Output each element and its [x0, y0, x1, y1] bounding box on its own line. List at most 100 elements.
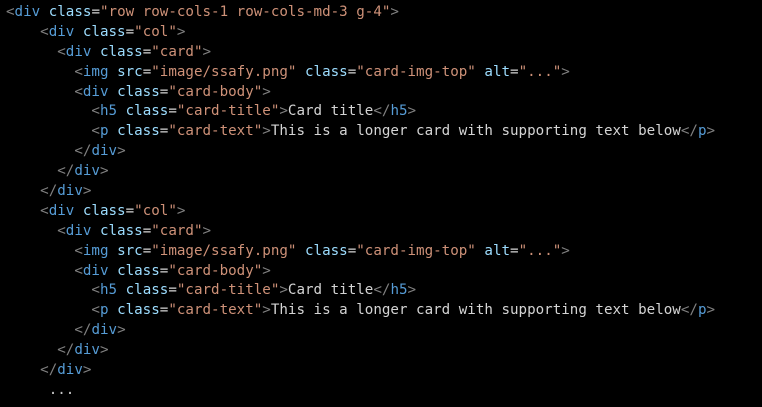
- code-line: <h5 class="card-title">Card title</h5>: [0, 102, 762, 122]
- code-token-attr: class: [99, 43, 143, 60]
- code-token-ell: ...: [48, 381, 75, 398]
- code-token-txt: =: [125, 23, 135, 40]
- code-token-tag: div: [65, 43, 92, 60]
- code-token-tag: p: [99, 123, 109, 140]
- code-token-tag: div: [82, 262, 109, 279]
- code-token-txt: =: [168, 282, 177, 299]
- code-token-punc: <: [57, 43, 66, 60]
- code-token-attr: class: [117, 83, 160, 100]
- code-token-attr: class: [117, 123, 160, 140]
- code-token-tag: div: [48, 202, 75, 219]
- code-token-tag: h5: [390, 282, 408, 299]
- code-token-punc: </: [680, 123, 698, 140]
- code-token-attr: src: [117, 242, 143, 259]
- code-token-attr: class: [99, 222, 143, 239]
- code-token-tag: div: [65, 222, 92, 239]
- code-token-tag: p: [99, 302, 109, 319]
- code-token-tag: h5: [390, 103, 408, 120]
- code-token-txt: This is a longer card with supporting te…: [270, 302, 681, 319]
- code-token-punc: </: [74, 322, 92, 339]
- code-token-punc: <: [74, 262, 83, 279]
- code-line: <img src="image/ssafy.png" class="card-i…: [0, 242, 762, 262]
- code-token-punc: >: [82, 362, 92, 379]
- code-token-str: "image/ssafy.png": [151, 63, 297, 80]
- code-token-str: "card-img-top": [356, 63, 476, 80]
- code-editor[interactable]: <div class="row row-cols-1 row-cols-md-3…: [0, 0, 762, 407]
- code-line: </div>: [0, 142, 762, 162]
- code-token-punc: </: [40, 362, 58, 379]
- code-token-str: "card-text": [168, 123, 263, 140]
- code-token-punc: >: [279, 103, 288, 120]
- code-token-tag: div: [74, 342, 100, 359]
- code-token-txt: =: [142, 43, 152, 60]
- code-token-attr: class: [305, 63, 348, 80]
- code-token-attr: class: [82, 23, 126, 40]
- code-token-punc: >: [706, 302, 716, 319]
- code-token-str: "card": [151, 222, 203, 239]
- code-token-punc: >: [706, 123, 716, 140]
- code-token-punc: >: [202, 43, 212, 60]
- code-token-attr: class: [305, 242, 348, 259]
- code-token-punc: >: [117, 322, 126, 339]
- code-token-txt: =: [168, 103, 177, 120]
- code-token-attr: class: [117, 262, 160, 279]
- code-token-str: "...": [518, 242, 562, 259]
- code-token-punc: >: [202, 222, 212, 239]
- code-token-str: "card-body": [168, 262, 263, 279]
- code-token-punc: <: [91, 123, 100, 140]
- code-token-punc: <: [74, 242, 83, 259]
- code-token-str: "...": [518, 63, 562, 80]
- code-token-punc: </: [57, 342, 75, 359]
- code-token-str: "col": [134, 23, 177, 40]
- code-token-str: "card-img-top": [356, 242, 476, 259]
- code-token-punc: >: [176, 23, 186, 40]
- code-token-txt: This is a longer card with supporting te…: [270, 123, 681, 140]
- code-token-punc: <: [6, 4, 15, 20]
- code-token-tag: div: [57, 362, 83, 379]
- code-token-punc: >: [262, 302, 271, 319]
- code-token-punc: >: [262, 262, 271, 279]
- code-token-txt: =: [510, 63, 519, 80]
- code-line: <div class="card-body">: [0, 83, 762, 103]
- code-token-str: "card-body": [168, 83, 263, 100]
- code-token-punc: </: [74, 143, 92, 160]
- code-line: <div class="col">: [0, 23, 762, 43]
- code-line: <p class="card-text">This is a longer ca…: [0, 301, 762, 321]
- code-token-tag: div: [91, 143, 118, 160]
- code-token-txt: =: [91, 4, 100, 20]
- code-line: ...: [0, 381, 762, 401]
- code-line: <p class="card-text">This is a longer ca…: [0, 122, 762, 142]
- code-token-tag: div: [91, 322, 118, 339]
- code-token-attr: class: [48, 4, 92, 20]
- code-token-txt: =: [142, 63, 152, 80]
- code-line: <div class="col">: [0, 202, 762, 222]
- code-line: <div class="card">: [0, 222, 762, 242]
- code-token-punc: </: [40, 183, 58, 200]
- code-token-punc: <: [74, 63, 83, 80]
- code-token-str: "col": [134, 202, 177, 219]
- code-line: <img src="image/ssafy.png" class="card-i…: [0, 63, 762, 83]
- code-token-tag: img: [82, 242, 109, 259]
- code-token-tag: div: [57, 183, 83, 200]
